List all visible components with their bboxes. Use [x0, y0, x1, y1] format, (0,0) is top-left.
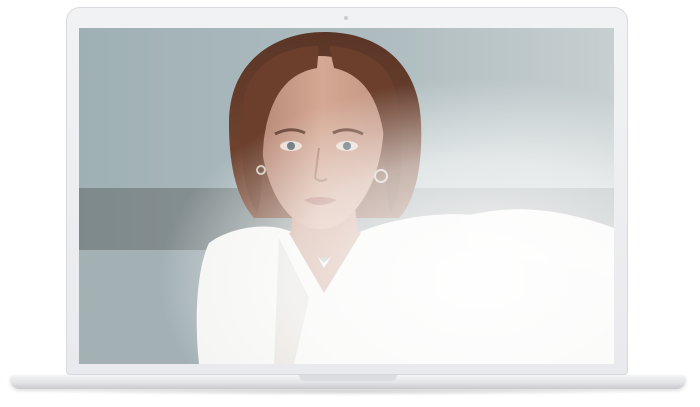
portrait-photo [79, 28, 614, 364]
laptop-mockup [0, 0, 700, 407]
laptop-shadow [40, 388, 656, 396]
webcam-icon [344, 16, 348, 20]
laptop-lid [66, 7, 628, 375]
laptop-hinge-notch [299, 375, 397, 381]
laptop-base [10, 375, 686, 389]
laptop-screen [79, 28, 614, 364]
